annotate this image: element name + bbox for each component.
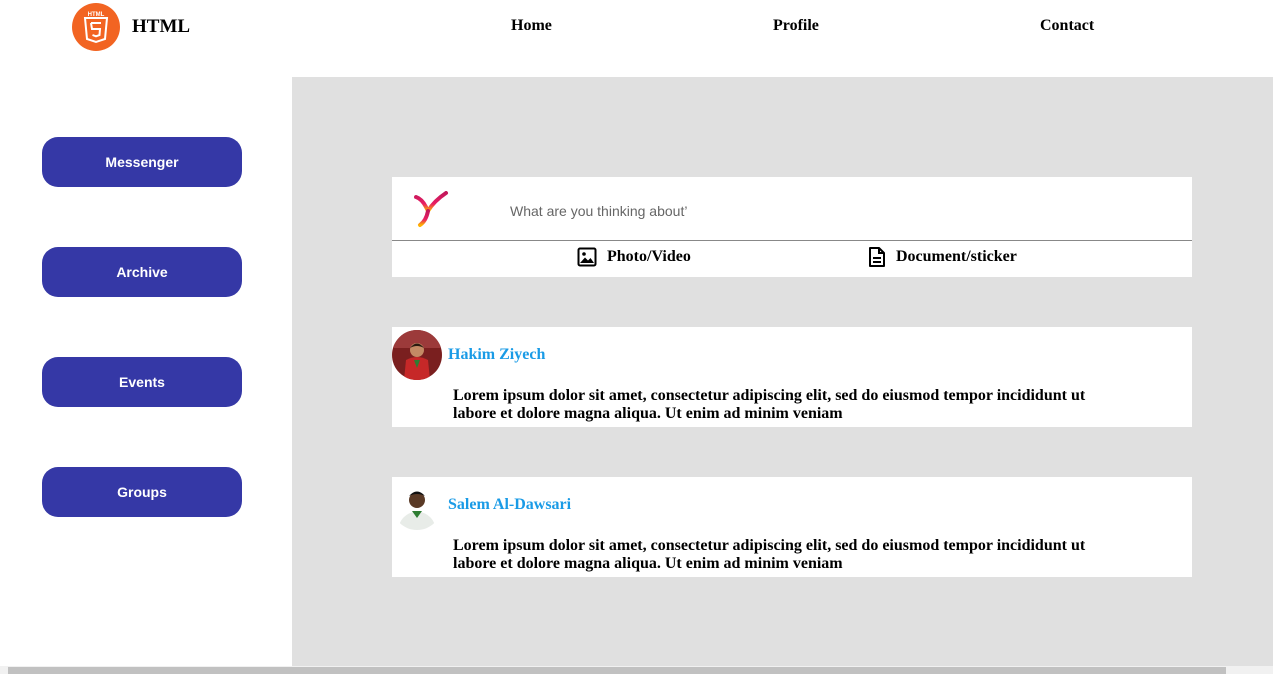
nav-profile-link[interactable]: Profile bbox=[773, 17, 819, 35]
scrollbar-thumb[interactable] bbox=[8, 667, 1226, 674]
document-icon bbox=[869, 247, 885, 267]
avatar[interactable] bbox=[392, 480, 442, 530]
photo-video-button[interactable]: Photo/Video bbox=[577, 247, 691, 267]
html5-logo-icon: HTML bbox=[72, 3, 120, 51]
status-input[interactable] bbox=[510, 199, 1110, 223]
brand-name: HTML bbox=[132, 16, 191, 37]
archive-button[interactable]: Archive bbox=[42, 247, 242, 297]
events-button[interactable]: Events bbox=[42, 357, 242, 407]
messenger-button[interactable]: Messenger bbox=[42, 137, 242, 187]
author-name[interactable]: Hakim Ziyech bbox=[448, 346, 545, 364]
photo-video-label: Photo/Video bbox=[607, 248, 691, 265]
post-text: Lorem ipsum dolor sit amet, consectetur … bbox=[453, 537, 1086, 572]
image-icon bbox=[577, 247, 597, 267]
composer-top bbox=[392, 177, 1192, 241]
top-header: HTML HTML Home Profile Contact bbox=[0, 0, 1273, 60]
post-card: Hakim Ziyech Lorem ipsum dolor sit amet,… bbox=[392, 327, 1192, 427]
horizontal-scrollbar[interactable] bbox=[0, 666, 1273, 674]
document-sticker-label: Document/sticker bbox=[896, 248, 1017, 265]
post-card: Salem Al-Dawsari Lorem ipsum dolor sit a… bbox=[392, 477, 1192, 577]
user-logo-icon bbox=[412, 191, 452, 234]
nav-contact-link[interactable]: Contact bbox=[1040, 17, 1094, 35]
post-text: Lorem ipsum dolor sit amet, consectetur … bbox=[453, 387, 1086, 422]
nav-home-link[interactable]: Home bbox=[511, 17, 552, 35]
main-feed: Photo/Video Document/sticker Hakim Ziyec… bbox=[292, 77, 1273, 674]
document-sticker-button[interactable]: Document/sticker bbox=[868, 247, 1017, 267]
groups-button[interactable]: Groups bbox=[42, 467, 242, 517]
post-composer: Photo/Video Document/sticker bbox=[392, 177, 1192, 277]
avatar[interactable] bbox=[392, 330, 442, 380]
author-name[interactable]: Salem Al-Dawsari bbox=[448, 496, 571, 514]
brand-logo-group[interactable]: HTML HTML bbox=[72, 3, 190, 51]
